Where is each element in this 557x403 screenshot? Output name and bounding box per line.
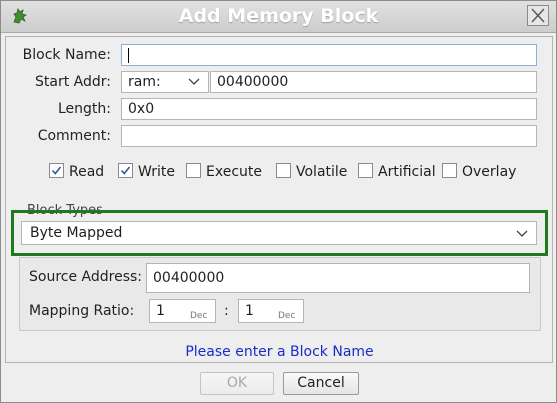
checkmark-icon bbox=[120, 166, 131, 175]
checkbox-box[interactable] bbox=[118, 163, 133, 178]
text-cursor bbox=[128, 47, 129, 63]
artificial-checkbox[interactable]: Artificial bbox=[358, 163, 436, 181]
ratio-separator: : bbox=[224, 303, 229, 319]
ratio-right-value: 1 bbox=[245, 303, 254, 319]
overlay-checkbox[interactable]: Overlay bbox=[442, 163, 516, 181]
start-addr-input[interactable]: 00400000 bbox=[210, 71, 537, 93]
execute-label: Execute bbox=[206, 164, 262, 180]
checkbox-box[interactable] bbox=[358, 163, 373, 178]
length-label: Length: bbox=[57, 101, 111, 117]
status-message: Please enter a Block Name bbox=[185, 344, 374, 360]
close-button[interactable] bbox=[527, 5, 549, 26]
length-input[interactable]: 0x0 bbox=[121, 98, 537, 120]
dialog-title: Add Memory Block bbox=[178, 5, 379, 27]
title-bar[interactable]: Add Memory Block bbox=[1, 1, 556, 33]
checkbox-box[interactable] bbox=[49, 163, 64, 178]
close-icon bbox=[531, 8, 545, 23]
artificial-label: Artificial bbox=[378, 164, 436, 180]
read-checkbox[interactable]: Read bbox=[49, 163, 104, 181]
address-space-value: ram: bbox=[128, 74, 161, 90]
ratio-left-radix: Dec bbox=[190, 311, 208, 321]
write-checkbox[interactable]: Write bbox=[118, 163, 175, 181]
write-label: Write bbox=[138, 164, 175, 180]
source-address-input[interactable]: 00400000 bbox=[146, 263, 530, 293]
chevron-down-icon bbox=[516, 230, 528, 237]
ok-button[interactable]: OK bbox=[200, 372, 274, 395]
block-type-select[interactable]: Byte Mapped bbox=[21, 221, 537, 245]
source-address-label: Source Address: bbox=[29, 269, 143, 285]
volatile-checkbox[interactable]: Volatile bbox=[276, 163, 347, 181]
block-type-value: Byte Mapped bbox=[30, 225, 123, 241]
add-memory-block-dialog: Add Memory Block Block Name: Start Addr:… bbox=[0, 0, 557, 403]
checkbox-box[interactable] bbox=[442, 163, 457, 178]
checkbox-box[interactable] bbox=[276, 163, 291, 178]
execute-checkbox[interactable]: Execute bbox=[186, 163, 262, 181]
comment-input[interactable] bbox=[121, 125, 537, 147]
mapping-ratio-label: Mapping Ratio: bbox=[29, 303, 135, 319]
read-label: Read bbox=[69, 164, 105, 180]
overlay-label: Overlay bbox=[462, 164, 517, 180]
volatile-label: Volatile bbox=[296, 164, 348, 180]
block-name-label: Block Name: bbox=[22, 47, 111, 63]
start-addr-label: Start Addr: bbox=[35, 74, 111, 90]
address-space-select[interactable]: ram: bbox=[121, 71, 209, 93]
comment-label: Comment: bbox=[37, 128, 111, 144]
block-name-input[interactable] bbox=[121, 44, 537, 66]
ratio-right-radix: Dec bbox=[278, 311, 296, 321]
checkmark-icon bbox=[51, 166, 62, 175]
chevron-down-icon bbox=[188, 78, 200, 85]
cancel-button[interactable]: Cancel bbox=[283, 372, 359, 395]
checkbox-box[interactable] bbox=[186, 163, 201, 178]
ratio-left-value: 1 bbox=[156, 303, 165, 319]
